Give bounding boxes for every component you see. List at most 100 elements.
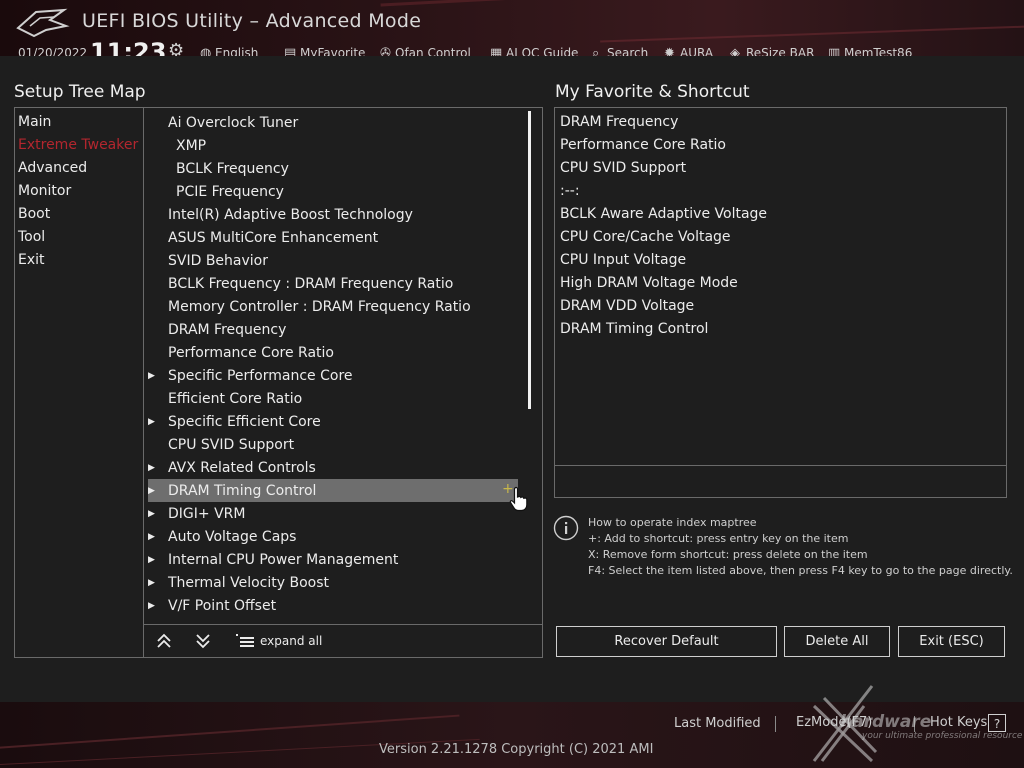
list-icon[interactable]	[234, 631, 256, 651]
toolbar-aura[interactable]: AURA	[680, 46, 713, 56]
ai-guide-icon[interactable]: ▦	[490, 46, 502, 56]
header: UEFI BIOS Utility – Advanced Mode 01/20/…	[0, 0, 1024, 56]
hot-keys-button[interactable]: Hot Keys	[930, 715, 987, 730]
category-monitor[interactable]: Monitor	[18, 183, 71, 199]
delete-all-button[interactable]: Delete All	[784, 626, 890, 657]
aura-icon[interactable]: ✹	[664, 46, 675, 56]
tree-item[interactable]: Internal CPU Power Management	[168, 550, 398, 570]
hot-keys-help-icon[interactable]: ?	[988, 714, 1006, 732]
help-line-title: How to operate index maptree	[588, 516, 757, 529]
category-list: Main Extreme Tweaker Advanced Monitor Bo…	[15, 108, 144, 657]
tree-item[interactable]: BCLK Frequency : DRAM Frequency Ratio	[168, 274, 453, 294]
tree-item[interactable]: DRAM Frequency	[168, 320, 286, 340]
tree-item[interactable]: Intel(R) Adaptive Boost Technology	[168, 205, 413, 225]
favorite-item[interactable]: CPU Core/Cache Voltage	[560, 229, 731, 245]
favorite-item[interactable]: DRAM VDD Voltage	[560, 298, 694, 314]
expand-arrow-icon[interactable]: ▶	[148, 463, 155, 473]
tree-item[interactable]: Performance Core Ratio	[168, 343, 334, 363]
tree-item[interactable]: Memory Controller : DRAM Frequency Ratio	[168, 297, 471, 317]
toolbar-language[interactable]: English	[215, 46, 258, 56]
tree-item[interactable]: DIGI+ VRM	[168, 504, 245, 524]
setup-tree-title: Setup Tree Map	[14, 82, 146, 102]
favorite-item[interactable]: :--:	[560, 183, 580, 199]
favorite-item[interactable]: CPU SVID Support	[560, 160, 686, 176]
tree-scrollbar[interactable]	[528, 111, 531, 409]
expand-arrow-icon[interactable]: ▶	[148, 578, 155, 588]
favorite-item[interactable]: DRAM Frequency	[560, 114, 678, 130]
tree-item[interactable]: SVID Behavior	[168, 251, 268, 271]
tree-item[interactable]: CPU SVID Support	[168, 435, 294, 455]
time-readout: 11:23	[90, 40, 167, 56]
info-icon	[553, 515, 579, 541]
expand-arrow-icon[interactable]: ▶	[148, 509, 155, 519]
watermark-text: hardware	[840, 712, 932, 732]
category-tool[interactable]: Tool	[18, 229, 45, 245]
header-stripe	[380, 0, 1024, 7]
globe-icon[interactable]: ◍	[200, 46, 211, 56]
favorites-panel: DRAM Frequency Performance Core Ratio CPU …	[554, 107, 1007, 498]
tree-item[interactable]: Specific Performance Core	[168, 366, 353, 386]
tree-toolbar: expand all	[143, 624, 542, 658]
fan-icon[interactable]: ✇	[380, 46, 391, 56]
collapse-up-icon[interactable]	[153, 631, 175, 651]
setup-tree-panel: Main Extreme Tweaker Advanced Monitor Bo…	[14, 107, 543, 658]
toolbar-search[interactable]: Search	[607, 46, 648, 56]
tree-item[interactable]: XMP	[176, 136, 206, 156]
help-line-f4: F4: Select the item listed above, then p…	[588, 564, 1013, 577]
category-advanced[interactable]: Advanced	[18, 160, 87, 176]
toolbar-myfavorite[interactable]: MyFavorite	[300, 46, 365, 56]
tree-item[interactable]: V/F Point Offset	[168, 596, 276, 616]
collapse-down-icon[interactable]	[192, 631, 214, 651]
favorite-item[interactable]: High DRAM Voltage Mode	[560, 275, 738, 291]
favorites-divider	[555, 465, 1006, 466]
category-main[interactable]: Main	[18, 114, 51, 130]
tree-item[interactable]: Ai Overclock Tuner	[168, 113, 298, 133]
category-boot[interactable]: Boot	[18, 206, 50, 222]
recover-default-button[interactable]: Recover Default	[556, 626, 777, 657]
toolbar-resize-bar[interactable]: ReSize BAR	[746, 46, 814, 56]
help-line-add: +: Add to shortcut: press entry key on t…	[588, 532, 849, 545]
gear-icon[interactable]: ⚙	[168, 40, 184, 56]
tree-item[interactable]: AVX Related Controls	[168, 458, 316, 478]
tree-item[interactable]: ASUS MultiCore Enhancement	[168, 228, 378, 248]
search-icon[interactable]: ⌕	[592, 46, 599, 56]
favorite-icon[interactable]: ▤	[284, 46, 296, 56]
expand-arrow-icon[interactable]: ▶	[148, 486, 155, 496]
tree-item[interactable]: PCIE Frequency	[176, 182, 284, 202]
tree-item[interactable]: Thermal Velocity Boost	[168, 573, 329, 593]
toolbar-qfan[interactable]: Qfan Control	[395, 46, 471, 56]
version-text: Version 2.21.1278 Copyright (C) 2021 AMI	[379, 742, 654, 757]
footer-separator	[775, 716, 776, 732]
expand-arrow-icon[interactable]: ▶	[148, 532, 155, 542]
tree-item[interactable]: Specific Efficient Core	[168, 412, 321, 432]
tree-item[interactable]: BCLK Frequency	[176, 159, 289, 179]
expand-all-button[interactable]: expand all	[260, 634, 322, 648]
favorites-title: My Favorite & Shortcut	[555, 82, 750, 102]
hand-cursor-icon	[509, 486, 528, 512]
toolbar-ai-oc-guide[interactable]: AI OC Guide	[506, 46, 578, 56]
favorite-item[interactable]: Performance Core Ratio	[560, 137, 726, 153]
favorite-item[interactable]: DRAM Timing Control	[560, 321, 708, 337]
tree-item[interactable]: Auto Voltage Caps	[168, 527, 296, 547]
toolbar-memtest[interactable]: MemTest86	[844, 46, 912, 56]
expand-arrow-icon[interactable]: ▶	[148, 371, 155, 381]
expand-arrow-icon[interactable]: ▶	[148, 555, 155, 565]
category-extreme-tweaker[interactable]: Extreme Tweaker	[18, 137, 138, 153]
date-readout: 01/20/2022	[18, 46, 88, 56]
favorite-item[interactable]: BCLK Aware Adaptive Voltage	[560, 206, 767, 222]
expand-arrow-icon[interactable]: ▶	[148, 417, 155, 427]
watermark-subtext: your ultimate professional resource	[862, 731, 1023, 741]
help-line-remove: X: Remove form shortcut: press delete on…	[588, 548, 868, 561]
tree-item-selected[interactable]: DRAM Timing Control	[168, 481, 316, 501]
rog-logo-icon	[16, 8, 70, 38]
tree-item[interactable]: Efficient Core Ratio	[168, 389, 302, 409]
app-title: UEFI BIOS Utility – Advanced Mode	[82, 10, 422, 32]
exit-esc-button[interactable]: Exit (ESC)	[898, 626, 1005, 657]
memtest-icon[interactable]: ▥	[828, 46, 840, 56]
category-exit[interactable]: Exit	[18, 252, 45, 268]
expand-arrow-icon[interactable]: ▶	[148, 601, 155, 611]
resize-bar-icon[interactable]: ◈	[730, 46, 740, 56]
header-toolbar: 01/20/2022 11:23 ⚙ ◍ English ▤ MyFavorit…	[0, 40, 1024, 56]
favorite-item[interactable]: CPU Input Voltage	[560, 252, 686, 268]
last-modified-button[interactable]: Last Modified	[674, 716, 761, 731]
